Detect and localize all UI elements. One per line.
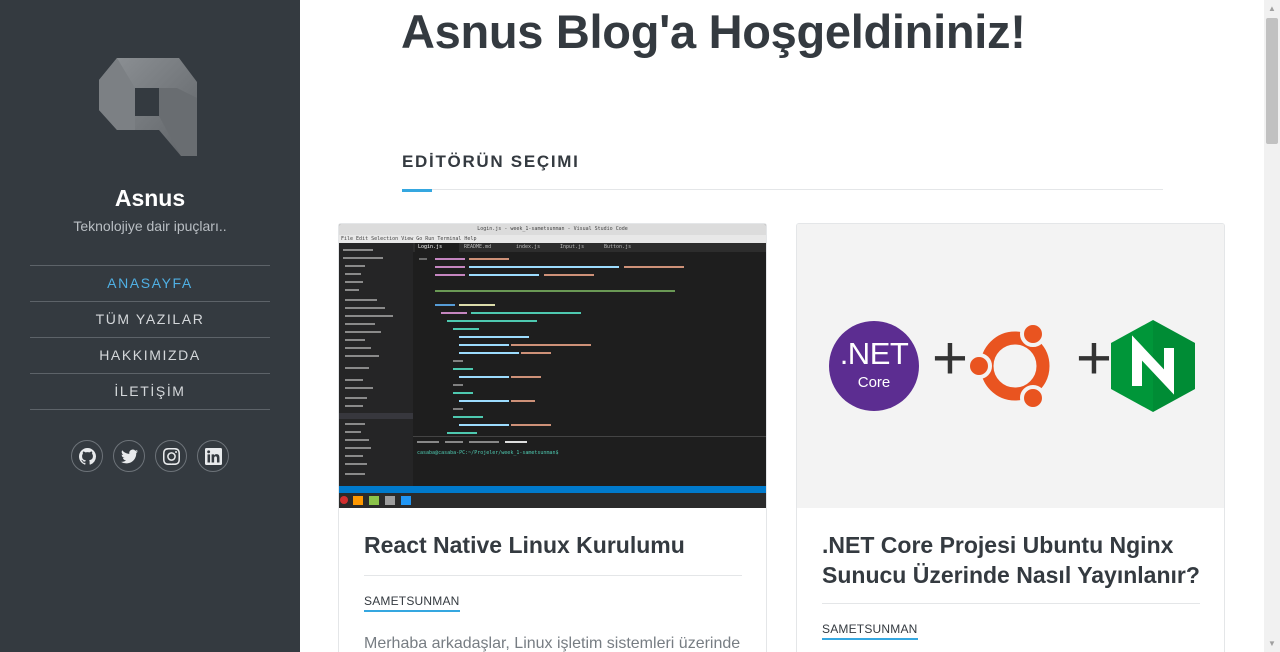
scrollbar-thumb[interactable] (1266, 18, 1278, 144)
os-taskbar (339, 493, 766, 508)
twitter-icon (120, 449, 138, 463)
post-thumbnail[interactable]: .NET Core + + (797, 224, 1224, 508)
vscode-screenshot: Login.js - week_1-sametsunman - Visual S… (339, 224, 766, 508)
linkedin-link[interactable] (197, 440, 229, 472)
terminal-tabs (417, 440, 617, 447)
editor-titlebar: Login.js - week_1-sametsunman - Visual S… (339, 224, 766, 235)
main-nav: ANASAYFA TÜM YAZILAR HAKKIMIZDA İLETİŞİM (30, 265, 270, 410)
editor-tabs: Login.js README.md index.js Input.js But… (413, 243, 766, 252)
terminal-tab-graphic (417, 441, 527, 443)
post-excerpt: Merhaba arkadaşlar, Linux işletim sistem… (364, 635, 741, 652)
editor-tab: index.js (516, 244, 541, 250)
dotnet-label: .NET (839, 336, 909, 371)
post-author[interactable]: SAMETSUNMAN (364, 594, 460, 612)
editor-tab: Input.js (560, 244, 585, 250)
scroll-up-arrow-icon[interactable]: ▲ (1266, 3, 1278, 15)
editor-terminal: casaba@casaba-PC:~/Projeler/week_1-samet… (413, 436, 766, 486)
plus-sign: + (931, 324, 969, 393)
post-divider (364, 575, 742, 576)
nav-item-about[interactable]: HAKKIMIZDA (30, 338, 270, 374)
instagram-icon (162, 447, 180, 465)
main-content: Asnus Blog'a Hoşgeldininiz! EDİTÖRÜN SEÇ… (300, 0, 1264, 652)
nav-item-all-posts[interactable]: TÜM YAZILAR (30, 302, 270, 338)
ubuntu-logo (969, 321, 1050, 411)
post-card[interactable]: .NET Core + + .NET Core Projesi Ubuntu N… (796, 223, 1225, 652)
post-author[interactable]: SAMETSUNMAN (822, 622, 918, 640)
post-title[interactable]: .NET Core Projesi Ubuntu Nginx Sunucu Üz… (822, 530, 1200, 590)
page-title: Asnus Blog'a Hoşgeldininiz! (401, 5, 1026, 58)
code-lines-graphic (419, 258, 684, 434)
instagram-link[interactable] (155, 440, 187, 472)
explorer-tree-graphic (339, 249, 413, 475)
github-icon (78, 447, 96, 465)
sidebar: Asnus Teknolojiye dair ipuçları.. ANASAY… (0, 0, 300, 652)
post-divider (822, 603, 1200, 604)
site-logo[interactable] (99, 58, 197, 156)
editor-explorer (339, 243, 413, 486)
linkedin-icon (204, 447, 222, 465)
taskbar-icons-graphic (340, 496, 411, 505)
site-title[interactable]: Asnus (0, 185, 300, 212)
editor-statusbar (339, 486, 766, 493)
site-tagline: Teknolojiye dair ipuçları.. (73, 218, 227, 234)
nginx-logo (1111, 320, 1195, 412)
page-root: Asnus Teknolojiye dair ipuçları.. ANASAY… (0, 0, 1280, 652)
section-accent-bar (402, 189, 432, 192)
github-link[interactable] (71, 440, 103, 472)
twitter-link[interactable] (113, 440, 145, 472)
editor-tab: Button.js (604, 244, 632, 250)
section-divider (402, 189, 1163, 190)
post-thumbnail[interactable]: Login.js - week_1-sametsunman - Visual S… (339, 224, 766, 508)
scroll-down-arrow-icon[interactable]: ▼ (1266, 638, 1278, 650)
terminal-prompt: casaba@casaba-PC:~/Projeler/week_1-samet… (417, 450, 559, 456)
dotnet-core-label: Core (857, 374, 891, 391)
section-heading: EDİTÖRÜN SEÇIMI (402, 152, 580, 171)
nav-item-contact[interactable]: İLETİŞİM (30, 374, 270, 410)
post-card[interactable]: Login.js - week_1-sametsunman - Visual S… (338, 223, 767, 652)
nav-item-home[interactable]: ANASAYFA (30, 266, 270, 302)
editor-tab: README.md (464, 244, 492, 250)
post-title[interactable]: React Native Linux Kurulumu (364, 530, 742, 560)
editor-tab: Login.js (415, 243, 459, 252)
editor-menubar: File Edit Selection View Go Run Terminal… (339, 235, 766, 243)
social-links (71, 440, 229, 472)
